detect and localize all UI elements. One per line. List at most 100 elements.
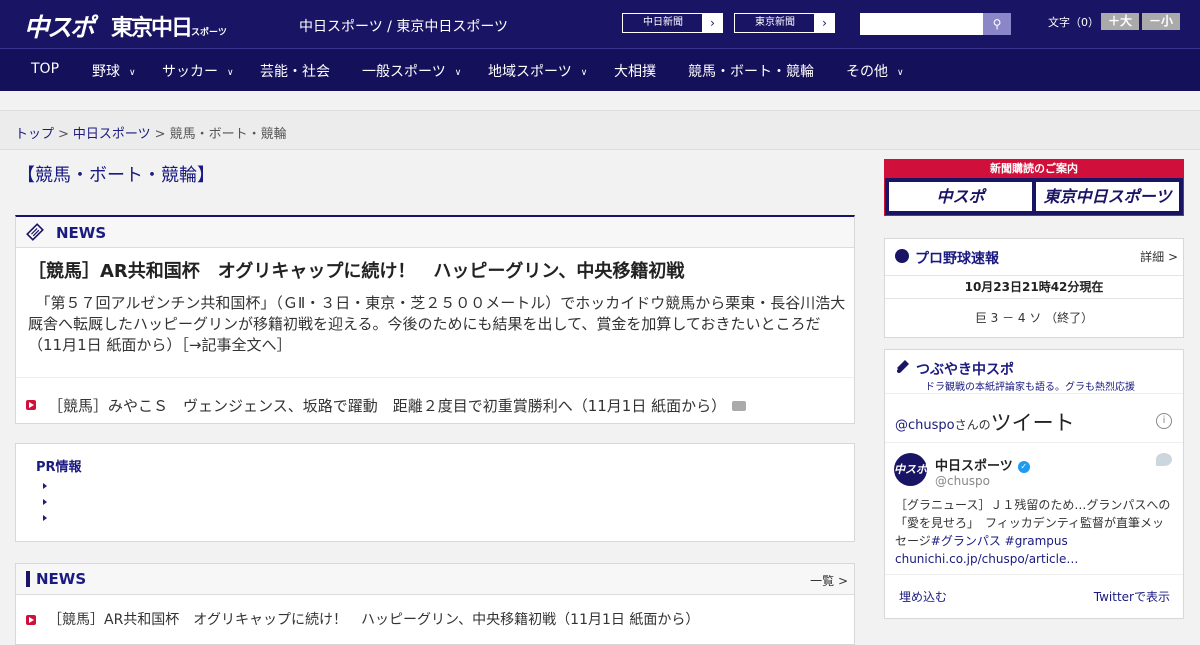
- news-header: NEWS: [16, 217, 854, 248]
- twitter-card: つぶやき中スポ ドラ観戦の本紙評論家も語る。グラも熱烈応援 @chuspoさんの…: [884, 349, 1184, 619]
- divider: [885, 574, 1183, 575]
- subscribe-tokyo-button[interactable]: 東京中日スポーツ: [1036, 182, 1179, 211]
- news-list-header: NEWS 一覧 >: [16, 564, 854, 595]
- chunichi-shimbun-link[interactable]: 中日新聞 ›: [622, 13, 723, 33]
- tweet-account-name[interactable]: 中日スポーツ ✓: [935, 455, 1030, 474]
- chevron-down-icon: ∨: [580, 68, 588, 78]
- baseball-scores-card: プロ野球速報 詳細 > 10月23日21時42分現在 巨 3 － 4 ソ （終了…: [884, 238, 1184, 338]
- baseball-title: プロ野球速報: [915, 251, 999, 267]
- newspaper-icon: [26, 223, 44, 241]
- font-smaller-button[interactable]: －小: [1142, 13, 1180, 30]
- news-list-panel: NEWS 一覧 > ［競馬］AR共和国杯 オグリキャップに続け！ ハッピーグリン…: [15, 563, 855, 645]
- nav-item-baseball[interactable]: 野球 ∨: [92, 61, 136, 81]
- pr-link-arrow-icon[interactable]: [43, 483, 47, 489]
- pr-title: PR情報: [36, 460, 82, 475]
- breadcrumb-separator: >: [154, 127, 166, 142]
- handle-suffix: さんの: [954, 418, 991, 432]
- nav-label: 大相撲: [614, 64, 656, 80]
- baseball-detail-link[interactable]: 詳細 >: [1140, 248, 1178, 265]
- nav-label: その他: [846, 64, 888, 80]
- chunichi-shimbun-label: 中日新聞: [622, 13, 704, 33]
- pr-panel: PR情報: [15, 443, 855, 542]
- nav-item-entertainment[interactable]: 芸能・社会: [260, 61, 330, 81]
- header-accent-bar: [26, 571, 30, 587]
- chuspo-logo[interactable]: 中スポ: [24, 8, 95, 44]
- nav-label: 競馬・ボート・競輪: [688, 64, 814, 80]
- main-nav: TOP 野球 ∨ サッカー ∨ 芸能・社会 一般スポーツ ∨ 地域スポーツ ∨ 大相撲 …: [0, 48, 1200, 91]
- lead-article-body[interactable]: 「第５７回アルゼンチン共和国杯」（ＧⅡ・３日・東京・芝２５００メートル）でホッカ…: [28, 293, 848, 356]
- breadcrumb-top[interactable]: トップ: [15, 127, 54, 142]
- nav-label: 一般スポーツ: [362, 64, 446, 80]
- news-item-text: ［競馬］みやこＳ ヴェンジェンス、坂路で躍動 距離２度目で初重賞勝利へ（11月1…: [48, 397, 727, 415]
- tweet-text[interactable]: ［グラニュース］Ｊ１残留のため…グランパスへの「愛を見せろ」 フィッカデンティ監…: [895, 496, 1175, 568]
- nav-label: 地域スポーツ: [488, 64, 572, 80]
- nav-label: サッカー: [162, 64, 218, 80]
- breadcrumb: トップ > 中日スポーツ > 競馬・ボート・競輪: [15, 123, 287, 142]
- info-icon[interactable]: i: [1156, 413, 1172, 429]
- nav-item-general-sports[interactable]: 一般スポーツ ∨: [362, 61, 461, 81]
- tokyo-shimbun-link[interactable]: 東京新聞 ›: [734, 13, 835, 33]
- breadcrumb-separator: >: [58, 127, 69, 142]
- bullet-icon: [26, 400, 36, 410]
- divider: [16, 377, 854, 378]
- tweet-link[interactable]: chunichi.co.jp/chuspo/article…: [895, 552, 1078, 566]
- lead-article-title[interactable]: ［競馬］AR共和国杯 オグリキャップに続け！ ハッピーグリン、中央移籍初戦: [28, 257, 684, 283]
- twitter-bird-icon[interactable]: [1156, 453, 1172, 466]
- divider: [885, 442, 1183, 443]
- nav-item-top[interactable]: TOP: [31, 61, 59, 77]
- twitter-handle-link[interactable]: @chuspo: [895, 418, 955, 433]
- news-list-title: NEWS: [36, 570, 87, 588]
- divider: [885, 393, 1183, 394]
- tweets-heading: ツイート: [990, 411, 1075, 435]
- breadcrumb-chuspo[interactable]: 中日スポーツ: [73, 127, 151, 142]
- megaphone-icon: [897, 360, 909, 373]
- font-size-label: 文字（0）: [1048, 16, 1099, 29]
- tweet-account-handle[interactable]: @chuspo: [935, 474, 990, 488]
- baseball-timestamp: 10月23日21時42分現在: [885, 275, 1183, 299]
- nav-label: 野球: [92, 64, 120, 80]
- subscribe-chuspo-button[interactable]: 中スポ: [889, 182, 1032, 211]
- nav-item-local-sports[interactable]: 地域スポーツ ∨: [488, 61, 587, 81]
- chevron-down-icon: ∨: [129, 68, 136, 78]
- chevron-down-icon: ∨: [454, 68, 462, 78]
- baseball-score[interactable]: 巨 3 － 4 ソ （終了）: [885, 309, 1183, 326]
- site-header: 中スポ 東京中日スポーツ 中日スポーツ / 東京中日スポーツ 中日新聞 › 東京…: [0, 0, 1200, 48]
- breadcrumb-bar: トップ > 中日スポーツ > 競馬・ボート・競輪: [0, 110, 1200, 150]
- font-bigger-button[interactable]: ＋大: [1101, 13, 1139, 30]
- search-icon: ⚲: [992, 17, 1002, 31]
- pr-link-arrow-icon[interactable]: [43, 515, 47, 521]
- camera-icon: [732, 401, 747, 411]
- pr-link-arrow-icon[interactable]: [43, 499, 47, 505]
- news-list-item[interactable]: ［競馬］AR共和国杯 オグリキャップに続け！ ハッピーグリン、中央移籍初戦（11…: [48, 609, 699, 629]
- tokyo-logo-sub: スポーツ: [191, 28, 227, 38]
- nav-label: TOP: [31, 61, 60, 77]
- search-input[interactable]: [860, 13, 984, 35]
- tokyo-logo-text: 東京中日: [111, 16, 193, 41]
- verified-icon: ✓: [1017, 460, 1030, 473]
- nav-item-keiba[interactable]: 競馬・ボート・競輪: [688, 61, 814, 81]
- page-title: 【競馬・ボート・競輪】: [17, 165, 215, 186]
- tokyo-shimbun-label: 東京新聞: [734, 13, 816, 33]
- embed-link[interactable]: 埋め込む: [899, 588, 947, 605]
- news-title: NEWS: [56, 224, 107, 242]
- news-item-link[interactable]: ［競馬］みやこＳ ヴェンジェンス、坂路で躍動 距離２度目で初重賞勝利へ（11月1…: [48, 395, 747, 416]
- tokyo-chunichi-logo[interactable]: 東京中日スポーツ: [111, 10, 227, 42]
- avatar[interactable]: 中スポ: [894, 453, 927, 486]
- twitter-section-subtitle: ドラ観戦の本紙評論家も語る。グラも熱烈応援: [925, 382, 1135, 393]
- chevron-down-icon: ∨: [897, 68, 904, 78]
- news-list-more-link[interactable]: 一覧 >: [810, 572, 848, 589]
- tweets-header: @chuspoさんのツイート: [895, 406, 1075, 436]
- nav-item-soccer[interactable]: サッカー ∨: [162, 61, 234, 81]
- view-on-twitter-link[interactable]: Twitterで表示: [1094, 588, 1170, 605]
- nav-item-sumo[interactable]: 大相撲: [614, 61, 656, 81]
- chevron-right-icon: ›: [702, 13, 723, 33]
- twitter-section-title: つぶやき中スポ: [916, 362, 1014, 378]
- subscribe-banner[interactable]: 新聞購読のご案内 中スポ 東京中日スポーツ: [884, 159, 1184, 216]
- subscribe-banner-title: 新聞購読のご案内: [885, 160, 1183, 178]
- nav-label: 芸能・社会: [260, 64, 330, 80]
- bullet-icon: [26, 615, 36, 625]
- tweet-hashtags[interactable]: #グランパス #grampus: [931, 534, 1068, 548]
- nav-item-other[interactable]: その他 ∨: [846, 61, 904, 81]
- search-button[interactable]: ⚲: [983, 13, 1011, 35]
- baseball-icon: [895, 249, 909, 263]
